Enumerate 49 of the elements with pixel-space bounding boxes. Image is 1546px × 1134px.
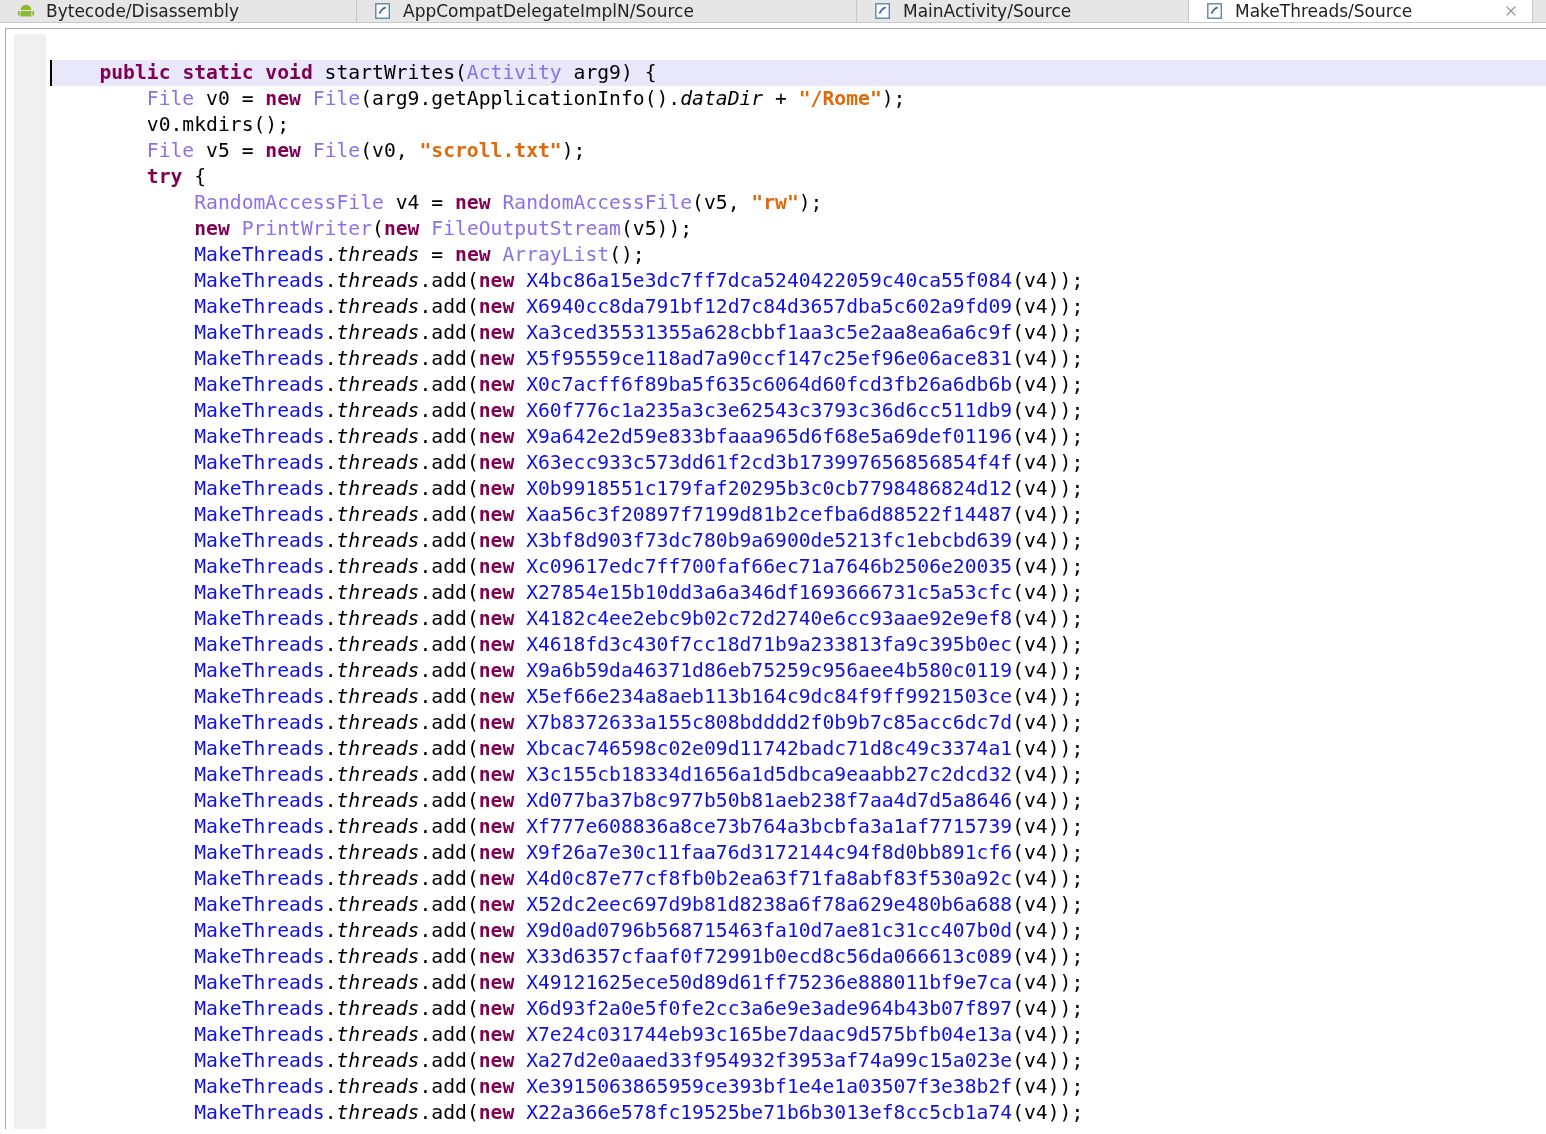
code-line: File v0 = new File(arg9.getApplicationInfo().dataDir + "/Rome"); bbox=[145, 86, 907, 112]
code-line: MakeThreads.threads.add(new X5f95559ce118ad7a90ccf147c25ef96e06ace831(v4)); bbox=[193, 346, 1085, 372]
file-icon bbox=[373, 2, 393, 20]
code-line: MakeThreads.threads.add(new X6940cc8da791bf12d7c84d3657dba5c602a9fd09(v4)); bbox=[193, 294, 1085, 320]
close-icon[interactable] bbox=[1504, 4, 1518, 18]
code-line: MakeThreads.threads.add(new X3bf8d903f73dc780b9a6900de5213fc1ebcbd639(v4)); bbox=[193, 528, 1085, 554]
code-line: MakeThreads.threads.add(new Xc09617edc7ff700faf66ec71a7646b2506e20035(v4)); bbox=[193, 554, 1085, 580]
code-line: MakeThreads.threads.add(new X4bc86a15e3dc7ff7dca5240422059c40ca55f084(v4)); bbox=[193, 268, 1085, 294]
code-line: MakeThreads.threads.add(new Xd077ba37b8c977b50b81aeb238f7aa4d7d5a8646(v4)); bbox=[193, 788, 1085, 814]
file-icon bbox=[1205, 2, 1225, 20]
code-line: MakeThreads.threads.add(new Xa3ced35531355a628cbbf1aa3c5e2aa8ea6a6c9f(v4)); bbox=[193, 320, 1085, 346]
editor-tab[interactable]: MakeThreads/Source bbox=[1189, 0, 1533, 22]
code-line: new PrintWriter(new FileOutputStream(v5)); bbox=[193, 216, 694, 242]
code-line: MakeThreads.threads.add(new X9d0ad0796b568715463fa10d7ae81c31cc407b0d(v4)); bbox=[193, 918, 1085, 944]
code-line: MakeThreads.threads.add(new X0c7acff6f89ba5f635c6064d60fcd3fb26a6db6b(v4)); bbox=[193, 372, 1085, 398]
code-line: MakeThreads.threads.add(new X9a642e2d59e833bfaaa965d6f68e5a69def01196(v4)); bbox=[193, 424, 1085, 450]
code-line: MakeThreads.threads.add(new X6d93f2a0e5f0fe2cc3a6e9e3ade964b43b07f897(v4)); bbox=[193, 996, 1085, 1022]
code-line: RandomAccessFile v4 = new RandomAccessFile(v5, "rw"); bbox=[193, 190, 824, 216]
code-line: MakeThreads.threads.add(new X63ecc933c573dd61f2cd3b173997656856854f4f(v4)); bbox=[193, 450, 1085, 476]
code-line: MakeThreads.threads.add(new X49121625ece50d89d61ff75236e888011bf9e7ca(v4)); bbox=[193, 970, 1085, 996]
code-line: MakeThreads.threads.add(new X7b8372633a155c808bdddd2f0b9b7c85acc6dc7d(v4)); bbox=[193, 710, 1085, 736]
code-line: MakeThreads.threads.add(new X3c155cb18334d1656a1d5dbca9eaabb27c2dcd32(v4)); bbox=[193, 762, 1085, 788]
text-cursor bbox=[50, 60, 52, 86]
code-line: File v5 = new File(v0, "scroll.txt"); bbox=[145, 138, 587, 164]
code-line: MakeThreads.threads.add(new X9f26a7e30c11faa76d3172144c94f8d0bb891cf6(v4)); bbox=[193, 840, 1085, 866]
code-line: MakeThreads.threads.add(new X5ef66e234a8aeb113b164c9dc84f9ff9921503ce(v4)); bbox=[193, 684, 1085, 710]
code-line: v0.mkdirs(); bbox=[145, 112, 291, 138]
code-line: MakeThreads.threads.add(new Xf777e608836a8ce73b764a3bcbfa3a1af7715739(v4)); bbox=[193, 814, 1085, 840]
code-line: MakeThreads.threads = new ArrayList(); bbox=[193, 242, 646, 268]
code-line: MakeThreads.threads.add(new Xbcac746598c02e09d11742badc71d8c49c3374a1(v4)); bbox=[193, 736, 1085, 762]
code-line: try { bbox=[145, 164, 208, 190]
editor-tab[interactable]: Bytecode/Disassembly bbox=[0, 0, 357, 22]
code-line: MakeThreads.threads.add(new X27854e15b10dd3a6a346df1693666731c5a53cfc(v4)); bbox=[193, 580, 1085, 606]
code-line: MakeThreads.threads.add(new X7e24c031744eb93c165be7daac9d575bfb04e13a(v4)); bbox=[193, 1022, 1085, 1048]
code-line: MakeThreads.threads.add(new X4d0c87e77cf8fb0b2ea63f71fa8abf83f530a92c(v4)); bbox=[193, 866, 1085, 892]
code-line: MakeThreads.threads.add(new X4182c4ee2ebc9b02c72d2740e6cc93aae92e9ef8(v4)); bbox=[193, 606, 1085, 632]
code-line: MakeThreads.threads.add(new Xe3915063865959ce393bf1e4e1a03507f3e38b2f(v4)); bbox=[193, 1074, 1085, 1100]
editor-tab[interactable]: AppCompatDelegateImplN/Source bbox=[357, 0, 857, 22]
code-line: MakeThreads.threads.add(new X33d6357cfaaf0f72991b0ecd8c56da066613c089(v4)); bbox=[193, 944, 1085, 970]
code-line: MakeThreads.threads.add(new X0b9918551c179faf20295b3c0cb7798486824d12(v4)); bbox=[193, 476, 1085, 502]
code-line: MakeThreads.threads.add(new X9a6b59da46371d86eb75259c956aee4b580c0119(v4)); bbox=[193, 658, 1085, 684]
code-line: MakeThreads.threads.add(new Xaa56c3f20897f7199d81b2cefba6d88522f14487(v4)); bbox=[193, 502, 1085, 528]
code-line: MakeThreads.threads.add(new X22a366e578fc19525be71b6b3013ef8cc5cb1a74(v4)); bbox=[193, 1100, 1085, 1126]
file-icon bbox=[873, 2, 893, 20]
code-line: MakeThreads.threads.add(new X4618fd3c430f7cc18d71b9a233813fa9c395b0ec(v4)); bbox=[193, 632, 1085, 658]
code-line: MakeThreads.threads.add(new X60f776c1a235a3c3e62543c3793c36d6cc511db9(v4)); bbox=[193, 398, 1085, 424]
editor-tab[interactable]: MainActivity/Source bbox=[857, 0, 1189, 22]
code-line: MakeThreads.threads.add(new Xa27d2e0aaed33f954932f3953af74a99c15a023e(v4)); bbox=[193, 1048, 1085, 1074]
code-line: MakeThreads.threads.add(new X52dc2eec697d9b81d8238a6f78a629e480b6a688(v4)); bbox=[193, 892, 1085, 918]
